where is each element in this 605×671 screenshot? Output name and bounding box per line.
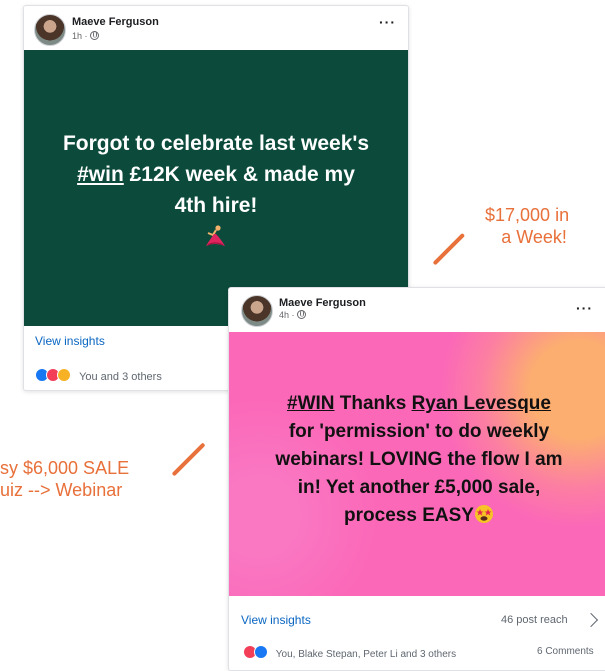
post-meta: 4h · [279,310,306,320]
annotation-17000: $17,000 in a Week! [485,204,569,248]
post-line-1: #WIN Thanks Ryan Levesque [243,390,595,418]
annotation-line: a Week! [501,227,567,247]
reactions-text: You and 3 others [79,371,162,383]
post-time[interactable]: 1h · [72,31,88,41]
avatar[interactable] [34,14,66,46]
post-line-2: for 'permission' to do weekly [288,421,550,442]
post-text-background: Forgot to celebrate last week's #win £12… [24,50,408,326]
post-line-4: in! Yet another £5,000 sale, [297,477,541,498]
post-line-1: Forgot to celebrate last week's [62,132,370,155]
mention-link[interactable]: Ryan Levesque [412,393,551,414]
more-options-button[interactable]: ··· [379,14,396,30]
post-line-3: webinars! LOVING the flow I am [275,449,563,470]
view-insights-link[interactable]: View insights [241,613,311,627]
hashtag-link[interactable]: #WIN [287,393,335,414]
post-card-2: Maeve Ferguson 4h · ··· #WIN Thanks Ryan… [228,287,605,671]
reactions-summary[interactable]: You, Blake Stepan, Peter Li and 3 others [243,645,456,660]
dancer-emoji-icon [206,225,225,246]
globe-icon [296,310,306,319]
post-header: Maeve Ferguson 1h · ··· [24,6,408,50]
post-text: Forgot to celebrate last week's #win £12… [24,128,408,221]
post-header: Maeve Ferguson 4h · ··· [229,288,605,332]
post-line-5-text: process EASY [344,505,474,526]
star-struck-emoji-icon [474,505,493,523]
annotation-slash-left [171,442,206,477]
thanks-text: Thanks [334,393,412,414]
reactions-text: You, Blake Stepan, Peter Li and 3 others [275,649,457,660]
avatar[interactable] [241,295,273,327]
hashtag-link[interactable]: #win [77,163,124,186]
like-reaction-icon [254,645,268,659]
annotation-line: uiz --> Webinar [0,480,123,500]
post-line-2-rest: £12K week & made my [123,163,355,186]
annotation-6000: sy $6,000 SALE uiz --> Webinar [0,457,129,501]
wow-reaction-icon [57,368,71,382]
author-name[interactable]: Maeve Ferguson [72,16,159,28]
author-name[interactable]: Maeve Ferguson [279,297,366,309]
post-reach[interactable]: 46 post reach [501,614,568,626]
post-text: #WIN Thanks Ryan Levesque for 'permissio… [243,390,595,530]
post-line-3: 4th hire! [174,194,258,217]
post-meta: 1h · [72,31,99,41]
annotation-line: $17,000 in [485,205,570,225]
annotation-slash-right [432,232,466,266]
chevron-right-icon[interactable] [583,612,599,628]
post-text-background: #WIN Thanks Ryan Levesque for 'permissio… [229,332,605,596]
globe-icon [89,31,99,40]
post-line-5: process EASY [243,502,595,530]
more-options-button[interactable]: ··· [576,300,593,316]
post-time[interactable]: 4h · [279,310,295,320]
view-insights-link[interactable]: View insights [35,334,105,348]
reactions-summary[interactable]: You and 3 others [35,368,162,383]
post-line-2: #win £12K week & made my [24,159,408,190]
annotation-line: sy $6,000 SALE [0,458,130,478]
comments-count[interactable]: 6 Comments [537,646,594,657]
